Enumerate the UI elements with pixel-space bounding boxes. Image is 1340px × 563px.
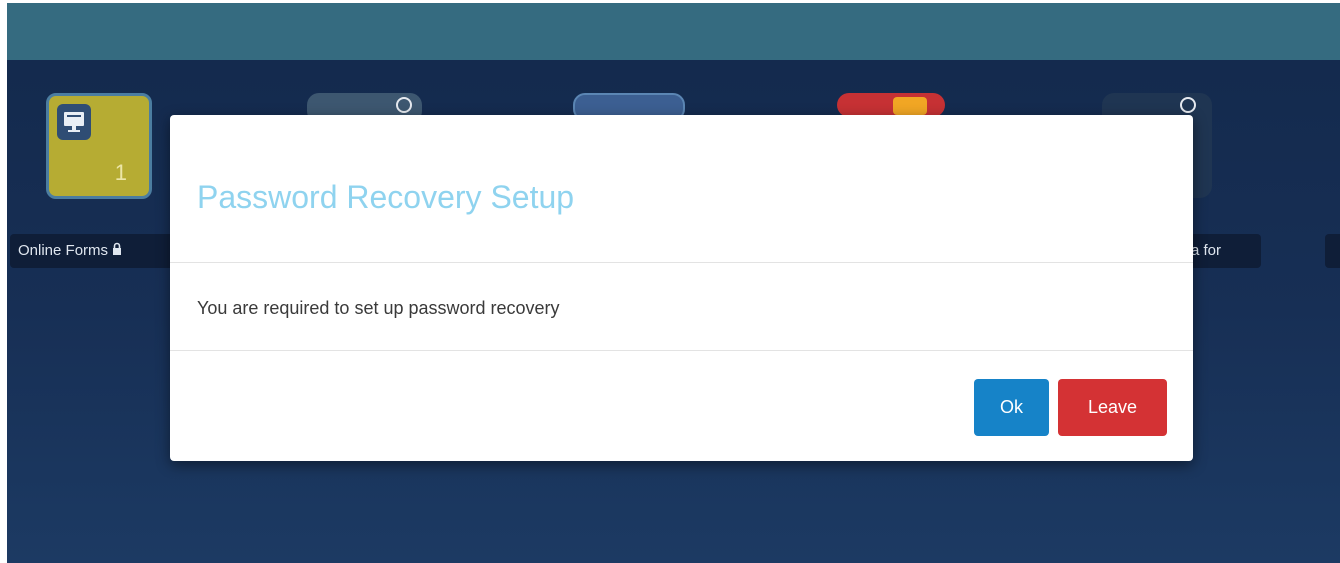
top-bar [7,3,1340,60]
online-forms-tile[interactable]: 1 [46,93,152,199]
dialog-footer-divider [170,350,1193,351]
ok-button[interactable]: Ok [974,379,1049,436]
dialog-message: You are required to set up password reco… [197,298,560,318]
tile-label-text: Online Forms [18,242,109,259]
tile-badge-count: 1 [114,160,127,185]
password-recovery-dialog: Password Recovery Setup You are required… [170,115,1193,461]
monitor-icon [57,104,91,140]
app-tile-5-label[interactable]: a for [1187,234,1261,268]
folder-icon [893,97,927,115]
lock-icon [112,242,122,259]
key-icon [1180,97,1196,113]
app-tile-6-label[interactable] [1325,234,1340,268]
online-forms-label[interactable]: Online Forms [10,234,178,268]
dialog-title: Password Recovery Setup [197,179,575,215]
dialog-header-divider [170,262,1193,263]
key-icon [396,97,412,113]
app-tile-4[interactable] [837,93,945,117]
tile-label-text: a for [1191,242,1222,259]
leave-button[interactable]: Leave [1058,379,1167,436]
desktop-background: 1 Online Forms a for Password Recovery S… [7,3,1340,563]
